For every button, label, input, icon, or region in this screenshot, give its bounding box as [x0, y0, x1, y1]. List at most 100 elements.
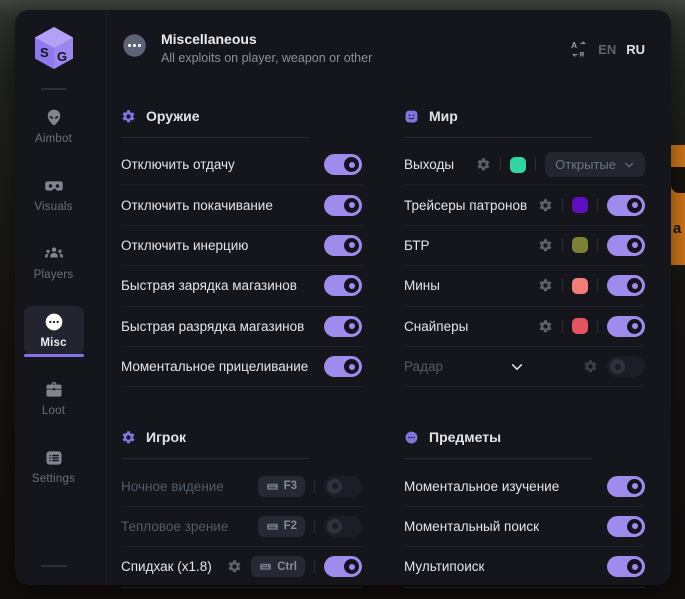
setting-label: Трейсеры патронов: [404, 198, 527, 213]
toggle-switch[interactable]: [324, 356, 362, 377]
toggle-switch[interactable]: [607, 556, 645, 577]
lang-en-button[interactable]: EN: [598, 42, 616, 57]
sidebar-item-label: Misc: [40, 337, 66, 349]
keybind-badge[interactable]: Ctrl: [251, 556, 305, 577]
color-swatch[interactable]: [572, 197, 588, 213]
control-divider: [562, 199, 563, 212]
lang-ru-button[interactable]: RU: [626, 42, 645, 57]
row-controls: [324, 316, 362, 337]
setting-row: Отключить инерцию: [121, 226, 362, 266]
gear-icon[interactable]: [538, 278, 553, 293]
gear-icon[interactable]: [538, 319, 553, 334]
toggle-knob: [344, 278, 359, 293]
setting-label: Спидхак (x1.8): [121, 559, 212, 574]
toggle-knob: [344, 319, 359, 334]
toggle-switch[interactable]: [607, 275, 645, 296]
setting-label: Отключить покачивание: [121, 198, 273, 213]
toggle-switch[interactable]: [324, 556, 362, 577]
vr-goggles-icon: [44, 176, 64, 196]
keybind-badge[interactable]: F2: [258, 516, 305, 537]
setting-row: Тепловое зрение F2: [121, 507, 362, 547]
dropdown-value: Открытые: [555, 157, 616, 172]
control-divider: [314, 560, 315, 573]
setting-row: Выходы Открытые: [404, 145, 645, 185]
setting-label: Быстрая зарядка магазинов: [121, 278, 297, 293]
settings-section: МирВыходыОткрытыеТрейсеры патроновБТРМин…: [404, 106, 645, 387]
keybind-text: Ctrl: [277, 561, 297, 573]
gear-icon[interactable]: [583, 359, 598, 374]
setting-row: Моментальное изучение: [404, 466, 645, 506]
keybind-badge[interactable]: F3: [258, 476, 305, 497]
toggle-knob: [344, 559, 359, 574]
sidebar: S G AimbotVisualsPlayersMiscLootSettings: [15, 10, 107, 585]
svg-text:G: G: [57, 49, 67, 64]
translate-icon[interactable]: A я: [570, 40, 588, 58]
color-swatch[interactable]: [510, 157, 526, 173]
row-controls: [538, 316, 645, 337]
row-controls: [538, 275, 645, 296]
setting-label: Быстрая разрядка магазинов: [121, 319, 304, 334]
toggle-switch[interactable]: [607, 516, 645, 537]
gear-icon[interactable]: [538, 198, 553, 213]
sidebar-item-settings[interactable]: Settings: [24, 442, 84, 491]
setting-label: Моментальное прицеливание: [121, 359, 308, 374]
row-controls: Открытые: [476, 152, 645, 177]
toggle-switch[interactable]: [324, 275, 362, 296]
toggle-knob: [627, 278, 642, 293]
color-swatch[interactable]: [572, 318, 588, 334]
page-subtitle: All exploits on player, weapon or other: [161, 51, 372, 65]
sidebar-item-label: Players: [34, 269, 74, 281]
setting-row: Радар: [404, 347, 645, 387]
sidebar-item-visuals[interactable]: Visuals: [24, 170, 84, 219]
toggle-switch[interactable]: [324, 316, 362, 337]
briefcase-icon: [44, 380, 64, 400]
sidebar-divider-top: [41, 88, 67, 90]
section-title: Предметы: [429, 429, 501, 445]
sidebar-item-aimbot[interactable]: Aimbot: [24, 102, 84, 151]
language-switcher: A я EN RU: [570, 40, 645, 58]
page-title: Miscellaneous: [161, 31, 372, 47]
sidebar-item-players[interactable]: Players: [24, 238, 84, 287]
control-divider: [597, 279, 598, 292]
sidebar-item-loot[interactable]: Loot: [24, 374, 84, 423]
control-divider: [597, 199, 598, 212]
section-underline: [404, 137, 592, 138]
setting-row: Отключить отдачу: [121, 145, 362, 185]
toggle-switch[interactable]: [324, 235, 362, 256]
toggle-switch[interactable]: [324, 195, 362, 216]
toggle-switch[interactable]: [324, 154, 362, 175]
sidebar-item-misc[interactable]: Misc: [24, 306, 84, 355]
color-swatch[interactable]: [572, 237, 588, 253]
setting-row: Моментальный поиск: [404, 507, 645, 547]
toggle-switch[interactable]: [607, 356, 645, 377]
setting-label: Радар: [404, 359, 443, 374]
control-divider: [314, 480, 315, 493]
row-controls: [324, 195, 362, 216]
row-controls: Ctrl: [227, 556, 362, 577]
chevron-down-icon: [623, 159, 635, 171]
section-underline: [404, 458, 592, 459]
setting-label: Тепловое зрение: [121, 519, 228, 534]
toggle-knob: [344, 359, 359, 374]
dropdown[interactable]: Открытые: [545, 152, 645, 177]
toggle-switch[interactable]: [324, 476, 362, 497]
keyboard-icon: [259, 560, 272, 573]
setting-label: Выходы: [404, 157, 454, 172]
toggle-switch[interactable]: [607, 235, 645, 256]
gear-icon[interactable]: [227, 559, 242, 574]
toggle-switch[interactable]: [607, 476, 645, 497]
setting-row: Ночное видениеF3: [121, 466, 362, 506]
sign-mark: [671, 167, 685, 193]
toggle-switch[interactable]: [607, 195, 645, 216]
gear-icon[interactable]: [538, 238, 553, 253]
sidebar-item-label: Visuals: [34, 201, 72, 213]
setting-label: Отключить инерцию: [121, 238, 248, 253]
color-swatch[interactable]: [572, 278, 588, 294]
toggle-knob: [344, 238, 359, 253]
gear-icon[interactable]: [476, 157, 491, 172]
toggle-switch[interactable]: [607, 316, 645, 337]
page-header: Miscellaneous All exploits on player, we…: [121, 10, 645, 65]
section-title: Оружие: [146, 108, 200, 124]
chevron-down-icon[interactable]: [510, 359, 525, 374]
toggle-switch[interactable]: [324, 516, 362, 537]
